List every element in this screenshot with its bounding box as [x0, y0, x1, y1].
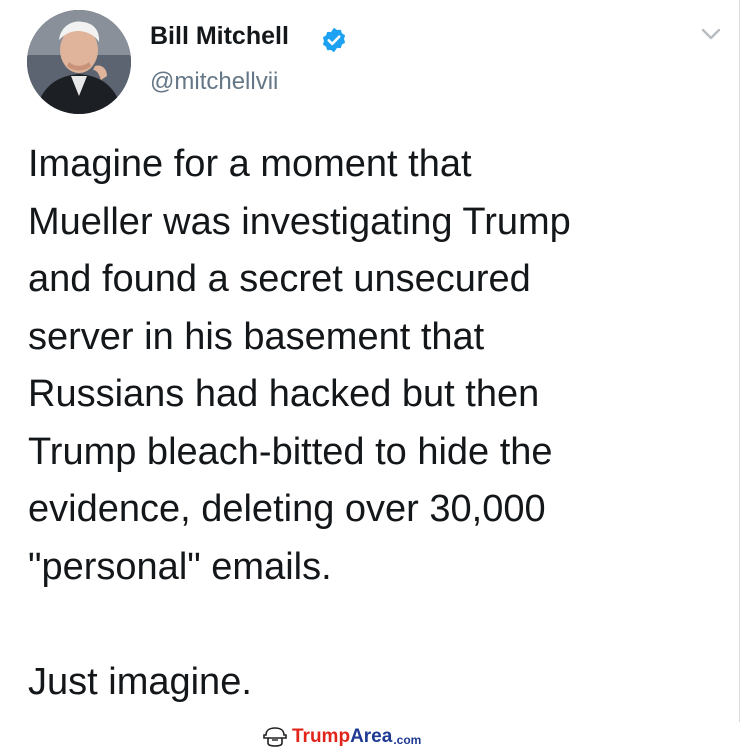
- tweet-text-line: "personal" emails.: [28, 545, 332, 588]
- tweet-text-line: Russians had hacked but then: [28, 373, 540, 415]
- watermark-text-area: Area: [350, 726, 393, 747]
- avatar[interactable]: [27, 10, 131, 114]
- chevron-down-icon[interactable]: [700, 26, 722, 42]
- tweet-text-line: server in his basement that: [28, 315, 485, 358]
- avatar-image: [27, 10, 131, 114]
- watermark-text-com: .com: [393, 732, 422, 747]
- tweet-text-line: evidence, deleting over 30,000: [28, 488, 546, 530]
- watermark: Trump Area .com: [262, 725, 421, 749]
- tweet-text-line: Trump bleach-bitted to hide the: [28, 430, 553, 473]
- verified-badge-icon: [322, 27, 346, 53]
- author-handle[interactable]: @mitchellvii: [150, 68, 278, 96]
- watermark-text-trump: Trump: [292, 726, 351, 747]
- tweet-card: Bill Mitchell @mitchellvii Imagine for a…: [0, 0, 740, 722]
- author-name[interactable]: Bill Mitchell: [150, 22, 289, 51]
- tweet-text-line: Imagine for a moment that: [28, 143, 472, 185]
- tweet-text-line: and found a secret unsecured: [28, 258, 531, 300]
- tweet-text: Imagine for a moment that Mueller was in…: [28, 136, 718, 711]
- tweet-text-line: Mueller was investigating Trump: [28, 200, 571, 243]
- trumparea-logo-icon: [263, 727, 287, 747]
- tweet-closing-line: Just imagine.: [28, 660, 252, 703]
